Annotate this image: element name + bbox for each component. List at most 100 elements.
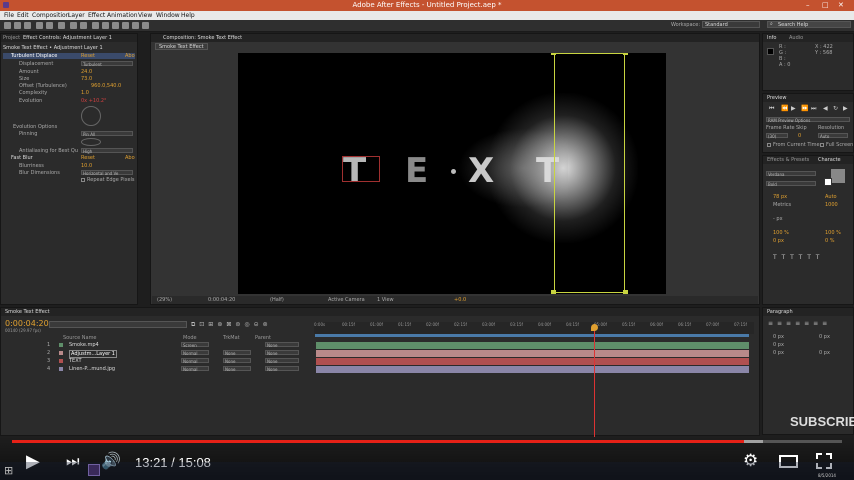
turbulent-reset-link[interactable]: Reset bbox=[81, 53, 95, 59]
after-effects-taskbar-icon[interactable] bbox=[88, 464, 100, 476]
layer-label-color[interactable] bbox=[59, 359, 63, 363]
tracking-value[interactable]: 1000 bbox=[825, 202, 838, 208]
zoom-tool-icon[interactable] bbox=[24, 22, 31, 29]
full-screen-checkbox[interactable] bbox=[820, 143, 824, 147]
amount-value[interactable]: 24.0 bbox=[81, 69, 92, 75]
prev-frame-icon[interactable]: ⏪ bbox=[781, 105, 788, 112]
menu-edit[interactable]: Edit bbox=[17, 12, 29, 19]
bound-handle-tl[interactable] bbox=[551, 53, 556, 55]
evolution-dial-icon[interactable] bbox=[81, 106, 101, 126]
timeline-timecode[interactable]: 0:00:04:20 bbox=[5, 319, 49, 328]
fast-blur-reset-link[interactable]: Reset bbox=[81, 155, 95, 161]
type-tool-icon[interactable] bbox=[92, 22, 99, 29]
minimize-icon[interactable]: – bbox=[806, 1, 810, 9]
footer-timecode[interactable]: 0:00:04:20 bbox=[208, 297, 235, 303]
menu-effect[interactable]: Effect bbox=[88, 12, 105, 19]
menu-help[interactable]: Help bbox=[181, 12, 195, 19]
bound-handle-bl[interactable] bbox=[551, 290, 556, 294]
skip-value[interactable]: 0 bbox=[798, 133, 801, 139]
time-ruler[interactable]: 0:00s 00:15f 01:00f 01:15f 02:00f 02:15f… bbox=[314, 322, 754, 334]
kerning-value[interactable]: Metrics bbox=[773, 202, 791, 208]
view-layout-select[interactable]: 1 View bbox=[377, 297, 394, 303]
layer-row[interactable]: 1 Smoke.mp4 Screen None bbox=[3, 342, 311, 349]
layer-duration-bar[interactable] bbox=[316, 342, 749, 349]
layer-parent-select[interactable]: None bbox=[265, 358, 299, 364]
layer-trkmat-select[interactable]: None bbox=[223, 350, 251, 356]
tab-effects-presets[interactable]: Effects & Presets bbox=[767, 157, 809, 163]
anchor-point-icon[interactable] bbox=[451, 169, 456, 174]
layer-label-color[interactable] bbox=[59, 367, 63, 371]
pinning-dial-icon[interactable] bbox=[81, 138, 101, 146]
layer-duration-bar[interactable] bbox=[316, 350, 749, 357]
tsume-value[interactable]: 0 % bbox=[825, 238, 835, 244]
exposure-value[interactable]: +0.0 bbox=[454, 297, 466, 303]
layer-name[interactable]: Smoke.mp4 bbox=[69, 342, 99, 348]
brush-tool-icon[interactable] bbox=[102, 22, 109, 29]
layer-parent-select[interactable]: None bbox=[265, 342, 299, 348]
frame-rate-select[interactable]: (30) bbox=[766, 133, 788, 139]
layer-mode-select[interactable]: Normal bbox=[181, 358, 209, 364]
close-icon[interactable]: ✕ bbox=[838, 1, 844, 9]
vertical-scale-value[interactable]: 100 % bbox=[773, 230, 789, 236]
resolution-select[interactable]: (Half) bbox=[270, 297, 284, 303]
composition-viewer[interactable]: T E X T bbox=[238, 53, 666, 294]
space-before-value[interactable]: 0 px bbox=[773, 350, 784, 356]
tab-effect-controls[interactable]: Effect Controls: Adjustment Layer 1 bbox=[23, 35, 112, 41]
menu-layer[interactable]: Layer bbox=[68, 12, 85, 19]
camera-tool-icon[interactable] bbox=[46, 22, 53, 29]
leading-value[interactable]: Auto bbox=[825, 194, 837, 200]
font-family-select[interactable]: Verdana bbox=[766, 171, 816, 177]
video-progress-track[interactable] bbox=[12, 440, 842, 443]
font-style-select[interactable]: Bold bbox=[766, 181, 816, 187]
layer-duration-bar[interactable] bbox=[316, 366, 749, 373]
puppet-tool-icon[interactable] bbox=[142, 22, 149, 29]
zoom-select[interactable]: (29%) bbox=[157, 297, 172, 303]
audio-icon[interactable]: ◀ bbox=[823, 105, 828, 112]
layer-row[interactable]: 2 Adjustm...Layer 1 Normal None None bbox=[3, 350, 311, 358]
play-icon[interactable]: ▶ bbox=[791, 105, 796, 112]
next-frame-icon[interactable]: ⏩ bbox=[801, 105, 808, 112]
space-after-value[interactable]: 0 px bbox=[819, 350, 830, 356]
layer-row[interactable]: 3 TEXT Normal None None bbox=[3, 358, 311, 365]
layer-name[interactable]: Linen-P...mund.jpg bbox=[69, 366, 115, 372]
size-value[interactable]: 73.0 bbox=[81, 76, 92, 82]
stroke-color-swatch[interactable] bbox=[831, 169, 845, 183]
tab-character[interactable]: Characte bbox=[818, 157, 841, 163]
tab-timeline[interactable]: Smoke Text Effect bbox=[5, 309, 50, 315]
tab-audio[interactable]: Audio bbox=[789, 35, 803, 41]
pan-behind-tool-icon[interactable] bbox=[58, 22, 65, 29]
tab-project[interactable]: Project bbox=[3, 35, 20, 41]
blur-dimensions-select[interactable]: Horizontal and Ve bbox=[81, 170, 133, 176]
effect-fast-blur[interactable]: Fast Blur bbox=[3, 155, 33, 161]
tab-preview[interactable]: Preview bbox=[767, 95, 786, 101]
antialiasing-select[interactable]: High bbox=[81, 148, 133, 154]
layer-duration-bar[interactable] bbox=[316, 358, 749, 365]
current-time-indicator[interactable] bbox=[594, 324, 595, 437]
turbulent-about-link[interactable]: Abo bbox=[125, 53, 135, 59]
roto-brush-tool-icon[interactable] bbox=[132, 22, 139, 29]
ram-preview-options-select[interactable]: RAM Preview Options bbox=[766, 117, 850, 123]
tab-info[interactable]: Info bbox=[767, 35, 776, 41]
offset-value[interactable]: 960.0,540.0 bbox=[91, 83, 121, 89]
subscribe-watermark[interactable]: SUBSCRIBE bbox=[790, 414, 854, 429]
fill-color-swatch[interactable] bbox=[824, 178, 832, 186]
bound-handle-tr[interactable] bbox=[623, 53, 628, 55]
indent-left-value[interactable]: 0 px bbox=[773, 334, 784, 340]
work-area-bar[interactable] bbox=[315, 334, 749, 337]
menu-animation[interactable]: Animation bbox=[107, 12, 138, 19]
layer-mode-select[interactable]: Normal bbox=[181, 366, 209, 372]
pinning-select[interactable]: Pin All bbox=[81, 131, 133, 137]
bound-handle-br[interactable] bbox=[623, 290, 628, 294]
layer-mode-select[interactable]: Screen bbox=[181, 342, 209, 348]
displacement-select[interactable]: Turbulent bbox=[81, 61, 133, 67]
indent-first-value[interactable]: 0 px bbox=[773, 342, 784, 348]
comp-subtab[interactable]: Smoke Text Effect bbox=[155, 43, 208, 50]
layer-trkmat-select[interactable]: None bbox=[223, 366, 251, 372]
mask-tool-icon[interactable] bbox=[70, 22, 77, 29]
loop-icon[interactable]: ↻ bbox=[833, 105, 838, 112]
pen-tool-icon[interactable] bbox=[80, 22, 87, 29]
fast-blur-about-link[interactable]: Abo bbox=[125, 155, 135, 161]
baseline-shift-value[interactable]: 0 px bbox=[773, 238, 784, 244]
tab-paragraph[interactable]: Paragraph bbox=[767, 309, 793, 315]
stroke-width-value[interactable]: - px bbox=[773, 216, 783, 222]
